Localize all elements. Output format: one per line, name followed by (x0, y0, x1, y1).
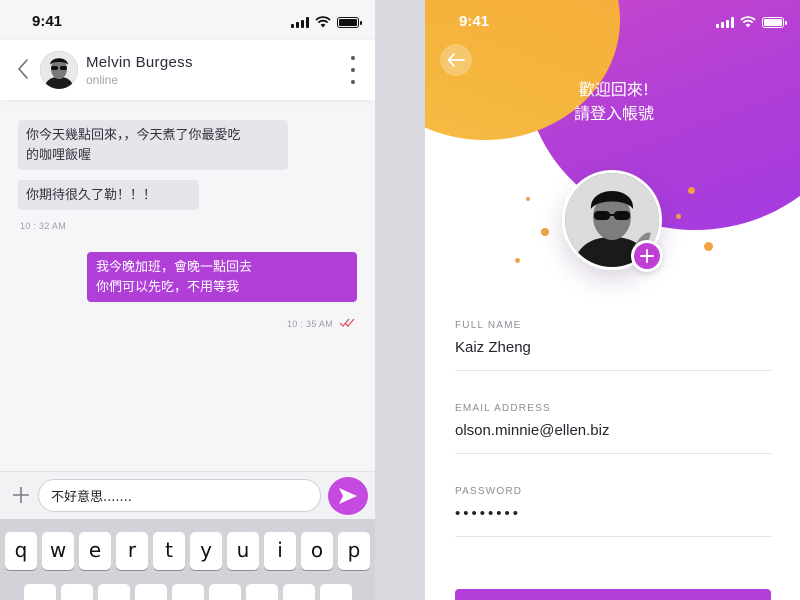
add-photo-button[interactable] (631, 240, 663, 272)
message-bubble-incoming[interactable]: 你期待很久了勒！！！ (18, 180, 199, 210)
chat-header: Melvin Burgess online (0, 40, 375, 100)
back-chevron-icon[interactable] (12, 56, 34, 82)
back-button[interactable] (440, 44, 472, 76)
key-r[interactable]: r (116, 532, 148, 570)
battery-icon (762, 17, 787, 28)
message-input[interactable] (38, 479, 321, 512)
status-time: 9:41 (32, 13, 63, 30)
decorative-dot (541, 228, 549, 236)
key-row-2[interactable] (135, 584, 167, 600)
full-name-input[interactable] (455, 339, 771, 371)
key-row-2[interactable] (283, 584, 315, 600)
message-line: 你期待很久了勒！！！ (26, 187, 157, 202)
key-row-2[interactable] (98, 584, 130, 600)
key-row-2[interactable] (24, 584, 56, 600)
status-icons (291, 16, 362, 28)
key-y[interactable]: y (190, 532, 222, 570)
status-bar: 9:41 (425, 0, 800, 44)
key-w[interactable]: w (42, 532, 74, 570)
email-field: EMAIL ADDRESS (455, 403, 771, 454)
decorative-dot (526, 197, 530, 201)
message-timestamp: 10 : 35 AM (287, 319, 334, 329)
contact-avatar[interactable] (40, 51, 78, 89)
chat-screen: 9:41 Melvin Burgess online 你今天幾點回來，，今天煮了… (0, 0, 375, 600)
wifi-icon (740, 16, 756, 28)
wifi-icon (315, 16, 331, 28)
message-bubble-incoming[interactable]: 你今天幾點回來，，今天煮了你最愛吃 的咖哩飯喔 (18, 120, 288, 170)
key-u[interactable]: u (227, 532, 259, 570)
key-o[interactable]: o (301, 532, 333, 570)
field-label: PASSWORD (455, 486, 523, 497)
status-icons (716, 16, 787, 28)
status-bar: 9:41 (0, 0, 375, 44)
email-input[interactable] (455, 422, 771, 454)
signal-icon (291, 17, 309, 28)
message-line: 的咖哩飯喔 (26, 147, 92, 162)
key-q[interactable]: q (5, 532, 37, 570)
key-row-2[interactable] (172, 584, 204, 600)
key-i[interactable]: i (264, 532, 296, 570)
key-row-2[interactable] (61, 584, 93, 600)
key-t[interactable]: t (153, 532, 185, 570)
arrow-left-icon (447, 53, 465, 67)
key-row-2[interactable] (209, 584, 241, 600)
decorative-dot (515, 258, 520, 263)
contact-status: online (86, 73, 119, 87)
signal-icon (716, 17, 734, 28)
password-field: PASSWORD (455, 486, 771, 537)
full-name-field: FULL NAME (455, 320, 771, 371)
send-icon (339, 488, 357, 504)
plus-icon[interactable] (10, 484, 32, 506)
plus-icon (640, 249, 654, 263)
key-e[interactable]: e (79, 532, 111, 570)
field-label: FULL NAME (455, 320, 522, 331)
message-timestamp: 10 : 32 AM (20, 221, 67, 231)
field-label: EMAIL ADDRESS (455, 403, 551, 414)
message-bubble-outgoing[interactable]: 我今晚加班，會晚一點回去 你們可以先吃，不用等我 (87, 252, 357, 302)
person-photo-icon (40, 51, 78, 89)
keyboard: q w e r t y u i o p (0, 519, 375, 600)
message-line: 你們可以先吃，不用等我 (96, 279, 240, 294)
login-screen: 9:41 歡迎回來! 請登入帳號 FULL NAME EMAIL ADDRES (425, 0, 800, 600)
message-line: 你今天幾點回來，，今天煮了你最愛吃 (26, 127, 241, 142)
double-check-icon (339, 318, 355, 327)
welcome-line: 歡迎回來! (578, 80, 650, 99)
welcome-heading: 歡迎回來! 請登入帳號 (425, 78, 800, 126)
decorative-dot (704, 242, 713, 251)
welcome-line: 請登入帳號 (573, 104, 654, 123)
send-button[interactable] (328, 477, 368, 515)
decorative-dot (688, 187, 695, 194)
status-time: 9:41 (459, 13, 490, 30)
decorative-dot (676, 214, 681, 219)
key-row-2[interactable] (246, 584, 278, 600)
contact-name: Melvin Burgess (86, 54, 193, 71)
key-p[interactable]: p (338, 532, 370, 570)
message-line: 我今晚加班，會晚一點回去 (96, 259, 253, 274)
battery-icon (337, 17, 362, 28)
more-options-icon[interactable] (349, 56, 357, 84)
password-input[interactable] (455, 505, 771, 537)
login-submit-button[interactable] (455, 589, 771, 600)
message-composer (0, 471, 375, 519)
key-row-2[interactable] (320, 584, 352, 600)
